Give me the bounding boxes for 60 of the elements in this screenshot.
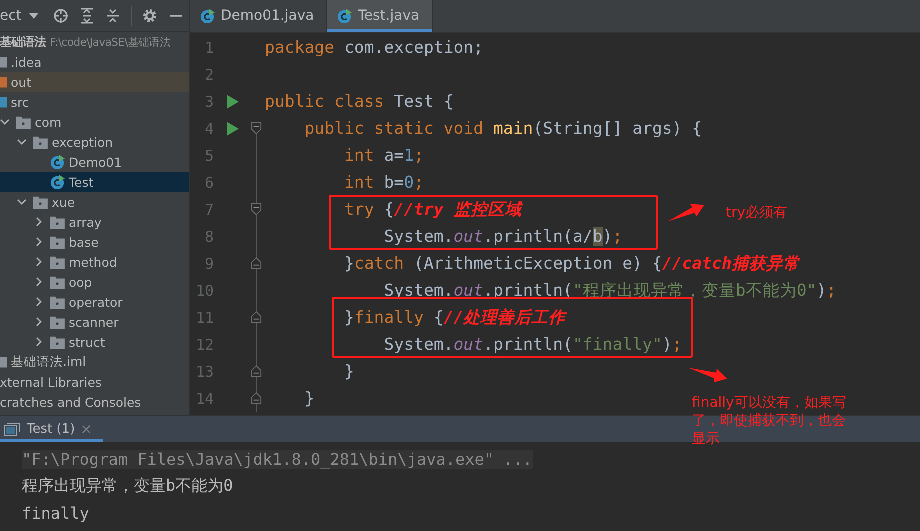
tree-item[interactable]: 基础语法.iml bbox=[0, 352, 189, 372]
project-path: F:\code\JavaSE\基础语法 bbox=[50, 34, 170, 50]
code-line: int b=0; bbox=[343, 173, 424, 192]
tree-item[interactable]: src bbox=[0, 92, 189, 112]
tree-item[interactable]: 基础语法 F:\code\JavaSE\基础语法 bbox=[0, 32, 189, 52]
tree-label: cratches and Consoles bbox=[0, 394, 142, 410]
tree-label: 基础语法.iml bbox=[11, 354, 86, 370]
console-line: finally bbox=[22, 504, 90, 523]
code-line: System.out.println("finally"); bbox=[383, 335, 682, 354]
code-line: } bbox=[343, 362, 354, 381]
tree-item[interactable]: Test bbox=[0, 172, 189, 192]
tree-item[interactable]: oop bbox=[0, 272, 189, 292]
tree-label: .idea bbox=[11, 54, 42, 70]
run-tab[interactable]: Test (1) bbox=[0, 416, 104, 442]
tree-label: exception bbox=[52, 134, 114, 150]
code-line: }finally {//处理善后工作 bbox=[343, 306, 566, 328]
annotation-note: finally可以没有，如果写了，即使捕获不到，也会显示 bbox=[692, 394, 848, 448]
code-line: package com.exception; bbox=[265, 38, 484, 57]
tree-label: struct bbox=[69, 334, 106, 350]
tree-label: method bbox=[69, 254, 118, 270]
tree-item[interactable]: .idea bbox=[0, 52, 189, 72]
annotation-note: try必须有 bbox=[726, 204, 788, 222]
tree-item[interactable]: cratches and Consoles bbox=[0, 392, 189, 412]
code-line: int a=1; bbox=[343, 146, 424, 165]
editor-tab[interactable]: Test.java bbox=[327, 0, 433, 32]
tab-label: Demo01.java bbox=[221, 8, 314, 24]
tree-label: xternal Libraries bbox=[0, 374, 102, 390]
tree-item[interactable]: exception bbox=[0, 132, 189, 152]
tree-label: base bbox=[69, 234, 99, 250]
tree-label: oop bbox=[69, 274, 92, 290]
tree-label: operator bbox=[69, 294, 123, 310]
code-line: System.out.println(a/b); bbox=[383, 227, 623, 246]
tab-label: Test.java bbox=[358, 8, 420, 24]
tree-label: Demo01 bbox=[69, 154, 122, 170]
tree-label: scanner bbox=[69, 314, 119, 330]
tree-item[interactable]: scanner bbox=[0, 312, 189, 332]
project-view-dropdown[interactable]: ect bbox=[0, 8, 39, 24]
tree-item[interactable]: com bbox=[0, 112, 189, 132]
tree-label: com bbox=[35, 114, 62, 130]
code-line: }catch (ArithmeticException e) {//catch捕获异常 bbox=[343, 252, 800, 274]
tree-item[interactable]: xternal Libraries bbox=[0, 372, 189, 392]
code-line: try {//try 监控区域 bbox=[343, 198, 522, 220]
tree-item[interactable]: base bbox=[0, 232, 189, 252]
tree-item[interactable]: Demo01 bbox=[0, 152, 189, 172]
tree-label: 基础语法 bbox=[0, 34, 46, 50]
tree-item[interactable]: struct bbox=[0, 332, 189, 352]
tree-label: src bbox=[11, 94, 30, 110]
tree-item[interactable]: method bbox=[0, 252, 189, 272]
console-line: 程序出现异常，变量b不能为0 bbox=[22, 476, 234, 497]
tree-label: xue bbox=[52, 194, 76, 210]
tree-item[interactable]: xue bbox=[0, 192, 189, 212]
tree-item[interactable]: operator bbox=[0, 292, 189, 312]
tree-label: array bbox=[69, 214, 102, 230]
tree-item[interactable]: out bbox=[0, 72, 189, 92]
tree-item[interactable]: array bbox=[0, 212, 189, 232]
tree-label: out bbox=[11, 74, 32, 90]
code-line: public class Test { bbox=[265, 92, 454, 111]
code-line: public static void main(String[] args) { bbox=[304, 119, 702, 138]
code-line: } bbox=[304, 389, 315, 408]
tree-label: Test bbox=[69, 174, 94, 190]
